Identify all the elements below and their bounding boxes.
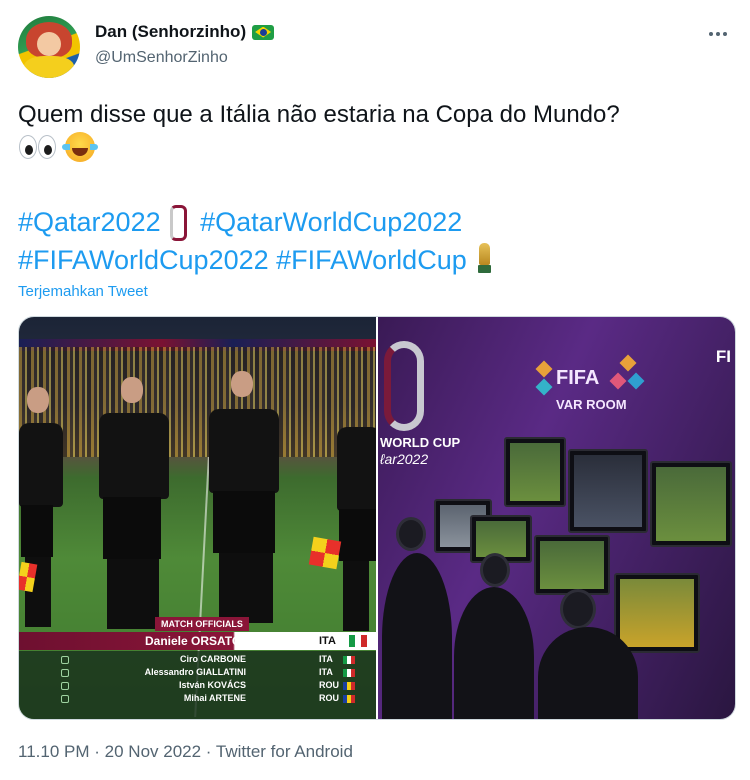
meta-separator: · [205,742,212,761]
var-operator [538,627,638,719]
italy-flag-icon [349,635,367,647]
hashtag-link[interactable]: #Qatar2022 [18,207,161,237]
media-image-var-room[interactable]: WORLD CUP ℓar2022 FIFA VAR ROOM FI [378,317,735,719]
romania-flag-icon [343,695,355,703]
flag-role-icon [61,656,69,664]
tweet-source[interactable]: Twitter for Android [216,742,353,761]
hashtag-link[interactable]: #FIFAWorldCup [276,245,467,275]
var-operator [480,553,510,587]
eyes-emoji-icon [18,134,58,160]
fifa-sign: FIFA [556,367,600,389]
qatar-2022-emblem [384,341,424,431]
face-with-tears-of-joy-icon [61,132,98,162]
var-monitor [534,535,610,595]
decor-diamond [619,354,637,372]
decor-diamond [627,372,645,390]
italy-flag-icon [343,669,355,677]
var-operator [382,553,452,719]
match-officials-graphic: MATCH OFFICIALS Daniele ORSATO ITA Ciro … [19,617,376,719]
var-monitor [650,461,732,547]
var-operator [396,517,426,551]
flag-role-icon [61,669,69,677]
more-options-icon[interactable] [706,24,730,44]
romania-flag-icon [343,682,355,690]
var-room-sign: VAR ROOM [556,397,627,412]
stadium-crowd [19,347,376,457]
tweet-date[interactable]: 20 Nov 2022 [105,742,201,761]
hashtag-link[interactable]: #FIFAWorldCup2022 [18,245,269,275]
decor-diamond [609,372,627,390]
tweet-meta: 11.10 PM · 20 Nov 2022 · Twitter for And… [18,742,353,762]
meta-separator: · [94,742,100,761]
decor-diamond [535,378,553,396]
hashtags: #Qatar2022 #QatarWorldCup2022 #FIFAWorld… [18,203,732,279]
tweet-body: Quem disse que a Itália não estaria na C… [18,101,620,128]
monitor-role-icon [61,682,69,690]
translate-tweet-link[interactable]: Terjemahkan Tweet [18,283,148,300]
officials-list: Ciro CARBONE ITA Alessandro GIALLATINI I… [19,651,376,719]
official-row: Ciro CARBONE ITA [19,654,376,667]
var-monitor [568,449,648,533]
var-operator [454,587,534,719]
referee-bar: Daniele ORSATO ITA [19,632,376,650]
official-row: Mihai ARTENE ROU [19,693,376,706]
referee-name: Daniele ORSATO [145,634,242,648]
tweet-media[interactable]: MATCH OFFICIALS Daniele ORSATO ITA Ciro … [18,316,736,720]
avatar[interactable] [18,16,80,78]
qatar-2022-emblem-icon [167,205,187,241]
monitor-role-icon [61,695,69,703]
hashtag-link[interactable]: #QatarWorldCup2022 [200,207,462,237]
world-cup-trophy-icon [475,243,493,275]
referee-country: ITA [319,635,336,647]
official-row: István KOVÁCS ROU [19,680,376,693]
officials-label: MATCH OFFICIALS [155,617,249,631]
var-monitor [504,437,566,507]
decor-diamond [535,360,553,378]
tweet-text: Quem disse que a Itália não estaria na C… [18,98,732,166]
var-operator [560,589,596,629]
user-handle[interactable]: @UmSenhorZinho [95,49,228,67]
tweet-header: Dan (Senhorzinho) @UmSenhorZinho [18,16,732,80]
brazil-flag-icon [252,24,275,40]
world-cup-year: ℓar2022 [380,451,429,467]
media-image-referees[interactable]: MATCH OFFICIALS Daniele ORSATO ITA Ciro … [19,317,376,719]
assistant-flag [308,536,342,570]
name-row: Dan (Senhorzinho) [95,22,275,42]
official-row: Alessandro GIALLATINI ITA [19,667,376,680]
italy-flag-icon [343,656,355,664]
display-name[interactable]: Dan (Senhorzinho) [95,22,246,42]
world-cup-text: WORLD CUP [380,435,461,450]
var-monitor [614,573,700,653]
tweet-time[interactable]: 11.10 PM [18,742,90,761]
partial-sign: FI [715,347,731,366]
